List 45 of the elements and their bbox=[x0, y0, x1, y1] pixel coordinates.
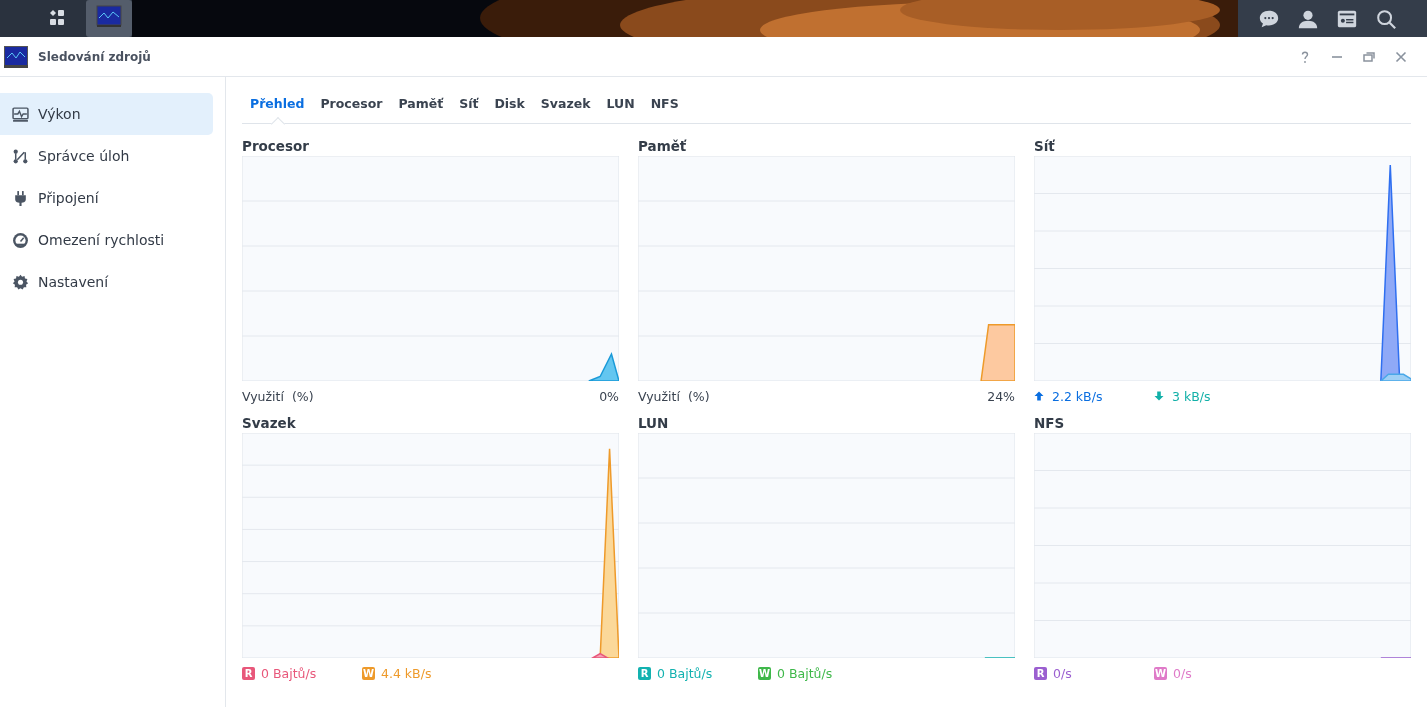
series-badge: R bbox=[242, 666, 255, 680]
sidebar-item[interactable]: Omezení rychlosti bbox=[0, 219, 213, 261]
sidebar-item[interactable]: Správce úloh bbox=[0, 135, 213, 177]
tab[interactable]: Přehled bbox=[244, 77, 313, 123]
series-badge: R bbox=[1034, 666, 1047, 680]
tab[interactable]: Svazek bbox=[532, 77, 599, 123]
series-badge: W bbox=[758, 666, 771, 680]
panel-title: Paměť bbox=[638, 137, 688, 156]
series-badge: W bbox=[362, 666, 375, 680]
panel-title: NFS bbox=[1034, 414, 1066, 433]
tab[interactable]: NFS bbox=[642, 77, 687, 123]
legend-value: 2.2 kB/s bbox=[1052, 388, 1103, 404]
legend-value: 0 Bajtů/s bbox=[657, 665, 713, 681]
usage-value: 0% bbox=[599, 388, 619, 404]
legend-value: 0 Bajtů/s bbox=[261, 665, 317, 681]
plug-icon bbox=[12, 189, 29, 207]
search-icon[interactable] bbox=[1375, 7, 1397, 30]
sidebar-item[interactable]: Připojení bbox=[0, 177, 213, 219]
legend-value: 0/s bbox=[1173, 665, 1192, 681]
panel-title: Svazek bbox=[242, 414, 297, 433]
tab[interactable]: Disk bbox=[486, 77, 533, 123]
gear-icon bbox=[12, 273, 29, 291]
window-title: Sledování zdrojů bbox=[38, 49, 151, 64]
series-badge: R bbox=[638, 666, 651, 680]
legend-value: 0/s bbox=[1053, 665, 1072, 681]
tab[interactable]: LUN bbox=[598, 77, 643, 123]
sidebar-item[interactable]: Výkon bbox=[0, 93, 213, 135]
legend-value: 0 Bajtů/s bbox=[777, 665, 833, 681]
panel-title: LUN bbox=[638, 414, 670, 433]
tab[interactable]: Síť bbox=[451, 77, 487, 123]
series-badge: W bbox=[1154, 666, 1167, 680]
panel-title: Síť bbox=[1034, 137, 1056, 156]
usage-value: 24% bbox=[987, 388, 1015, 404]
usage-label: Využití (%) bbox=[638, 388, 710, 404]
sidebar-item[interactable]: Nastavení bbox=[0, 261, 213, 303]
tab[interactable]: Procesor bbox=[312, 77, 391, 123]
tasks-icon bbox=[12, 147, 29, 165]
gauge-icon bbox=[12, 231, 29, 249]
usage-label: Využití (%) bbox=[242, 388, 314, 404]
pulse-icon bbox=[12, 105, 29, 123]
panel-title: Procesor bbox=[242, 137, 310, 156]
tab[interactable]: Paměť bbox=[390, 77, 452, 123]
monitor-app-icon bbox=[4, 45, 28, 68]
legend-value: 4.4 kB/s bbox=[381, 665, 432, 681]
legend-value: 3 kB/s bbox=[1172, 388, 1211, 404]
